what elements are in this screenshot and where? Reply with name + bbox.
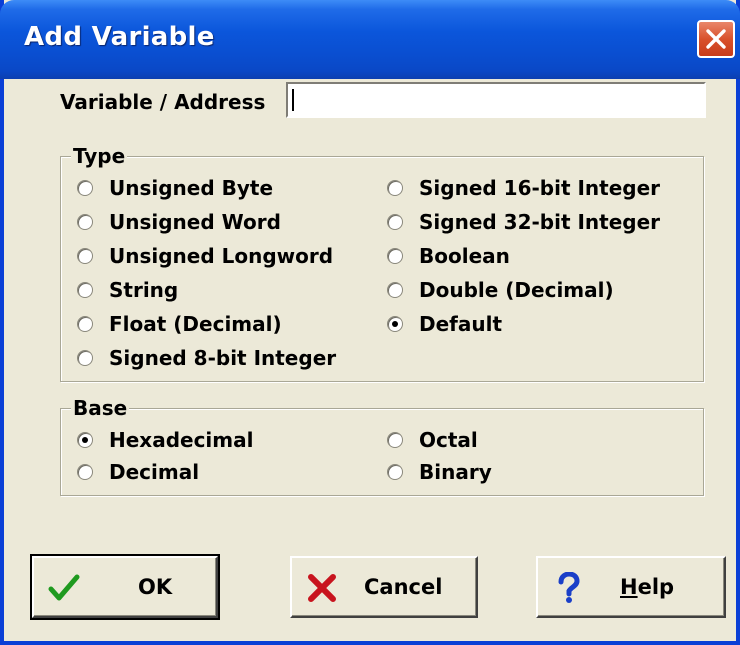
radio-button[interactable]: [387, 248, 403, 264]
radio-label: Float (Decimal): [109, 312, 282, 336]
radio-button[interactable]: [77, 214, 93, 230]
radio-default[interactable]: Default: [387, 311, 502, 337]
address-input[interactable]: [286, 82, 706, 118]
close-icon: [706, 29, 726, 49]
radio-button[interactable]: [77, 248, 93, 264]
help-button-label: Help: [620, 575, 674, 599]
radio-label: Default: [419, 312, 503, 336]
help-mnemonic: H: [620, 575, 638, 599]
type-group: Type Unsigned Byte Unsigned Word Unsigne…: [60, 144, 704, 382]
question-mark-icon: [558, 572, 580, 603]
text-caret: [292, 89, 294, 111]
radio-button[interactable]: [387, 214, 403, 230]
add-variable-dialog: Add Variable Variable / Address Type Uns…: [0, 0, 740, 645]
help-label-rest: elp: [637, 575, 675, 599]
radio-button[interactable]: [77, 464, 93, 480]
radio-octal[interactable]: Octal: [387, 427, 478, 453]
radio-label: Boolean: [419, 244, 510, 268]
window-title: Add Variable: [24, 22, 215, 52]
x-icon: [308, 574, 336, 602]
radio-button-selected[interactable]: [77, 432, 93, 448]
radio-label: Signed 8-bit Integer: [109, 346, 337, 370]
radio-unsigned-byte[interactable]: Unsigned Byte: [77, 175, 273, 201]
cancel-button-label: Cancel: [364, 575, 443, 599]
radio-button[interactable]: [77, 316, 93, 332]
radio-button[interactable]: [387, 180, 403, 196]
radio-label: Hexadecimal: [109, 428, 254, 452]
ok-button[interactable]: OK: [30, 554, 220, 620]
radio-label: Unsigned Longword: [109, 244, 334, 268]
address-label: Variable / Address: [60, 90, 266, 114]
radio-label: Octal: [419, 428, 478, 452]
base-group: Base Hexadecimal Decimal Octal Binary: [60, 396, 704, 496]
radio-label: Decimal: [109, 460, 200, 484]
radio-button-selected[interactable]: [387, 316, 403, 332]
radio-label: Signed 16-bit Integer: [419, 176, 661, 200]
radio-unsigned-longword[interactable]: Unsigned Longword: [77, 243, 333, 269]
close-button[interactable]: [697, 20, 735, 58]
radio-label: String: [109, 278, 179, 302]
radio-double-decimal[interactable]: Double (Decimal): [387, 277, 614, 303]
radio-decimal[interactable]: Decimal: [77, 459, 199, 485]
radio-button[interactable]: [387, 282, 403, 298]
radio-label: Double (Decimal): [419, 278, 614, 302]
radio-boolean[interactable]: Boolean: [387, 243, 510, 269]
radio-hexadecimal[interactable]: Hexadecimal: [77, 427, 253, 453]
radio-label: Signed 32-bit Integer: [419, 210, 661, 234]
base-group-title: Base: [71, 396, 130, 420]
radio-button[interactable]: [77, 180, 93, 196]
radio-button[interactable]: [387, 464, 403, 480]
help-button[interactable]: Help: [536, 556, 726, 618]
radio-string[interactable]: String: [77, 277, 178, 303]
radio-label: Binary: [419, 460, 492, 484]
radio-binary[interactable]: Binary: [387, 459, 492, 485]
radio-button[interactable]: [77, 350, 93, 366]
type-group-title: Type: [71, 144, 128, 168]
radio-float-decimal[interactable]: Float (Decimal): [77, 311, 282, 337]
radio-signed-32bit[interactable]: Signed 32-bit Integer: [387, 209, 660, 235]
radio-button[interactable]: [387, 432, 403, 448]
ok-button-label: OK: [138, 575, 173, 599]
radio-label: Unsigned Byte: [109, 176, 274, 200]
radio-button[interactable]: [77, 282, 93, 298]
title-bar[interactable]: Add Variable: [0, 0, 740, 79]
radio-signed-8bit[interactable]: Signed 8-bit Integer: [77, 345, 336, 371]
radio-label: Unsigned Word: [109, 210, 281, 234]
checkmark-icon: [48, 574, 80, 601]
radio-unsigned-word[interactable]: Unsigned Word: [77, 209, 281, 235]
radio-signed-16bit[interactable]: Signed 16-bit Integer: [387, 175, 660, 201]
cancel-button[interactable]: Cancel: [290, 556, 478, 618]
